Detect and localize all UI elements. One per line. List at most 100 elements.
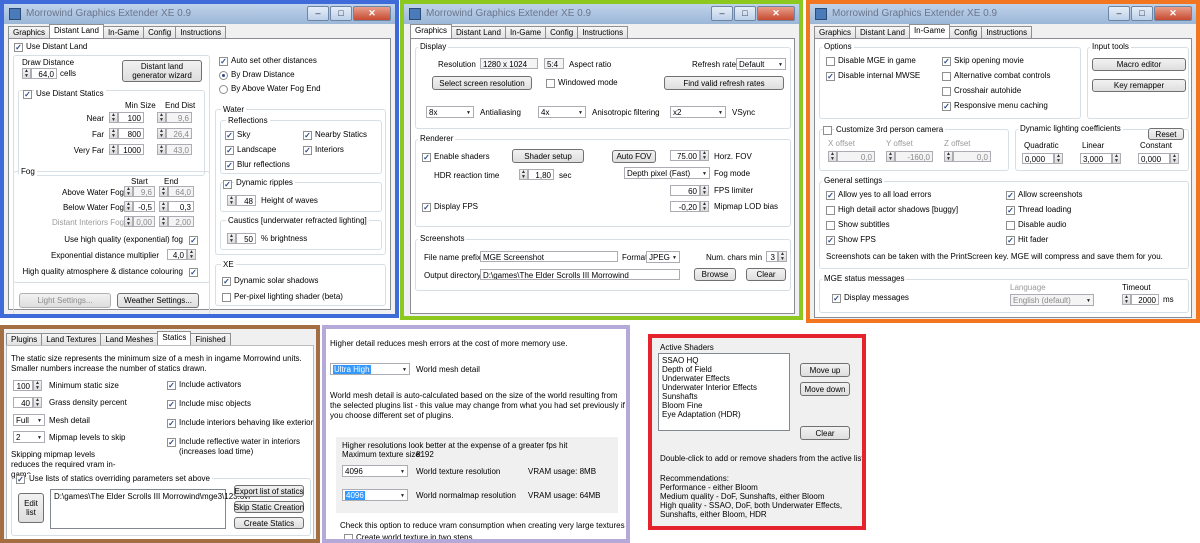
minimize-icon[interactable]: –: [1108, 6, 1130, 21]
shader-item[interactable]: Bloom Fine: [662, 401, 786, 410]
hdr-input[interactable]: 1,80: [528, 169, 554, 180]
caustics-input[interactable]: 50: [236, 233, 256, 244]
anisotropic-dropdown[interactable]: 4x: [538, 106, 586, 118]
below-fog-start-spinner[interactable]: ▲ ▼: [124, 201, 133, 212]
format-dropdown[interactable]: JPEG: [646, 251, 680, 263]
refresh-rate-dropdown[interactable]: Default: [736, 58, 786, 70]
distant-land-generator-button[interactable]: Distant land generator wizard: [122, 60, 202, 82]
tab-graphics[interactable]: Graphics: [410, 24, 453, 38]
above-fog-end-input[interactable]: 64,0: [168, 186, 194, 197]
interiors-fog-end-input[interactable]: 2,00: [168, 216, 194, 227]
display-fps-checkbox[interactable]: ✓: [422, 203, 431, 212]
waves-input[interactable]: 48: [236, 195, 256, 206]
thread-loading-checkbox[interactable]: ✓: [1006, 206, 1015, 215]
sky-checkbox[interactable]: ✓: [225, 131, 234, 140]
tab-in-game[interactable]: In-Game: [908, 24, 951, 38]
clear-output-button[interactable]: Clear: [746, 268, 786, 281]
tab-config[interactable]: Config: [545, 26, 579, 38]
clear-shaders-button[interactable]: Clear: [800, 426, 850, 440]
solar-shadows-checkbox[interactable]: ✓: [222, 277, 231, 286]
exp-mult-input[interactable]: 4,0: [167, 249, 187, 260]
interiors-fog-start-input[interactable]: 0,00: [133, 216, 155, 227]
mesh-detail-dropdown[interactable]: Full: [13, 414, 45, 426]
draw-distance-spinner[interactable]: ▲ ▼: [22, 68, 31, 79]
very-far-end-input[interactable]: 43,0: [166, 144, 192, 155]
tab-finished[interactable]: Finished: [190, 333, 231, 345]
tab-statics[interactable]: Statics: [157, 331, 192, 345]
auto-fov-button[interactable]: Auto FOV: [612, 150, 656, 163]
edit-list-button[interactable]: Edit list: [18, 493, 44, 523]
above-fog-start-spinner[interactable]: ▲ ▼: [124, 186, 133, 197]
disable-mge-checkbox[interactable]: [826, 57, 835, 66]
near-end-spinner[interactable]: ▲ ▼: [157, 112, 166, 123]
min-static-input[interactable]: 100: [13, 380, 33, 391]
far-min-input[interactable]: 800: [118, 128, 144, 139]
crosshair-checkbox[interactable]: [942, 87, 951, 96]
above-fog-start-input[interactable]: 9,6: [133, 186, 155, 197]
world-mesh-dropdown[interactable]: Ultra High: [330, 363, 410, 375]
hit-fader-checkbox[interactable]: ✓: [1006, 236, 1015, 245]
far-min-spinner[interactable]: ▲ ▼: [109, 128, 118, 139]
close-icon[interactable]: ✕: [1154, 6, 1192, 21]
hdr-spinner[interactable]: ▲ ▼: [519, 169, 528, 180]
select-resolution-button[interactable]: Select screen resolution: [432, 76, 532, 90]
dynamic-ripples-checkbox[interactable]: ✓: [223, 180, 232, 189]
exp-fog-checkbox[interactable]: ✓: [189, 236, 198, 245]
very-far-min-input[interactable]: 1000: [118, 144, 144, 155]
close-icon[interactable]: ✕: [757, 6, 795, 21]
x-offset-spinner[interactable]: ▲ ▼: [828, 151, 837, 162]
below-fog-end-input[interactable]: 0,3: [168, 201, 194, 212]
timeout-spinner[interactable]: ▲ ▼: [1122, 294, 1131, 305]
hd-shadows-checkbox[interactable]: [826, 206, 835, 215]
export-list-button[interactable]: Export list of statics: [234, 485, 304, 497]
windowed-mode-checkbox[interactable]: [546, 79, 555, 88]
tab-instructions[interactable]: Instructions: [981, 26, 1033, 38]
min-static-spinner[interactable]: ▲ ▼: [33, 380, 42, 391]
maximize-icon[interactable]: □: [734, 6, 756, 21]
use-lists-checkbox[interactable]: ✓: [16, 475, 25, 484]
title-bar[interactable]: Morrowind Graphics Extender XE 0.9 – □ ✕: [404, 4, 799, 24]
tab-graphics[interactable]: Graphics: [8, 26, 51, 38]
below-fog-start-input[interactable]: -0,5: [133, 201, 155, 212]
prefix-input[interactable]: MGE Screenshot: [480, 251, 618, 262]
override-list[interactable]: D:\games\The Elder Scrolls III Morrowind…: [50, 489, 251, 529]
blur-reflections-checkbox[interactable]: ✓: [225, 161, 234, 170]
include-water-checkbox[interactable]: ✓: [167, 438, 176, 447]
reset-button[interactable]: Reset: [1148, 128, 1184, 140]
near-min-input[interactable]: 100: [118, 112, 144, 123]
exp-mult-spinner[interactable]: ▲ ▼: [187, 249, 196, 260]
light-settings-button[interactable]: Light Settings...: [19, 293, 111, 308]
menu-caching-checkbox[interactable]: ✓: [942, 102, 951, 111]
very-far-min-spinner[interactable]: ▲ ▼: [109, 144, 118, 155]
vsync-dropdown[interactable]: x2: [670, 106, 726, 118]
title-bar[interactable]: Morrowind Graphics Extender XE 0.9 – □ ✕: [4, 4, 395, 24]
tab-distant-land[interactable]: Distant Land: [49, 24, 104, 38]
language-dropdown[interactable]: English (default): [1010, 294, 1094, 306]
z-offset-spinner[interactable]: ▲ ▼: [944, 151, 953, 162]
tab-config[interactable]: Config: [143, 26, 177, 38]
lod-bias-input[interactable]: -0,20: [670, 201, 700, 212]
interiors-checkbox[interactable]: ✓: [303, 146, 312, 155]
nearby-statics-checkbox[interactable]: ✓: [303, 131, 312, 140]
texture-res-dropdown[interactable]: 4096: [342, 465, 408, 477]
z-offset-input[interactable]: 0,0: [953, 151, 991, 162]
landscape-checkbox[interactable]: ✓: [225, 146, 234, 155]
allow-screenshots-checkbox[interactable]: ✓: [1006, 191, 1015, 200]
maximize-icon[interactable]: □: [330, 6, 352, 21]
fps-limiter-spinner[interactable]: ▲ ▼: [700, 185, 709, 196]
fov-spinner[interactable]: ▲ ▼: [700, 150, 709, 161]
normalmap-res-dropdown[interactable]: 4096: [342, 489, 408, 501]
macro-editor-button[interactable]: Macro editor: [1092, 58, 1186, 71]
two-steps-checkbox[interactable]: [344, 534, 353, 539]
use-distant-statics-checkbox[interactable]: ✓: [23, 90, 32, 99]
timeout-input[interactable]: 2000: [1131, 294, 1159, 305]
tab-in-game[interactable]: In-Game: [102, 26, 145, 38]
tab-instructions[interactable]: Instructions: [577, 26, 629, 38]
draw-distance-input[interactable]: 64,0: [31, 68, 57, 79]
atmosphere-checkbox[interactable]: ✓: [189, 268, 198, 277]
enable-shaders-checkbox[interactable]: ✓: [422, 153, 431, 162]
x-offset-input[interactable]: 0,0: [837, 151, 875, 162]
minimize-icon[interactable]: –: [307, 6, 329, 21]
far-end-spinner[interactable]: ▲ ▼: [157, 128, 166, 139]
caustics-spinner[interactable]: ▲ ▼: [227, 233, 236, 244]
